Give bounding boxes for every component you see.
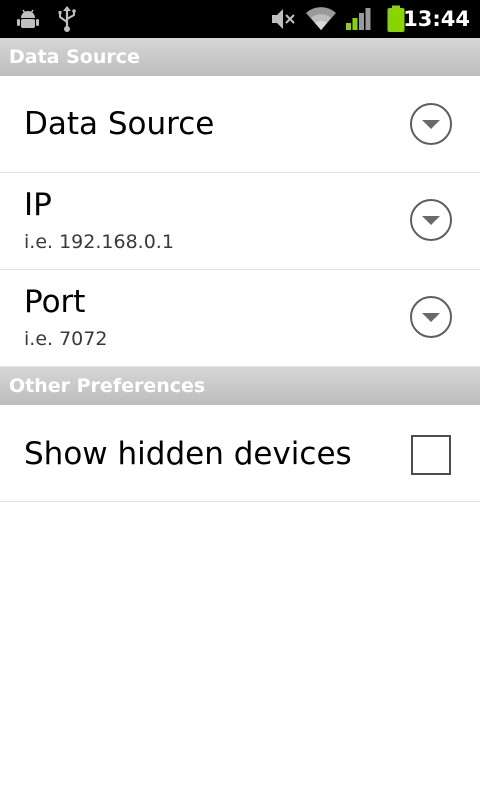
pref-title: Data Source <box>24 106 215 142</box>
category-header-other-preferences: Other Preferences <box>0 367 480 405</box>
pref-data-source[interactable]: Data Source <box>0 76 480 173</box>
mute-icon <box>268 0 298 38</box>
pref-title: Port <box>24 284 86 320</box>
pref-ip[interactable]: IP i.e. 192.168.0.1 <box>0 173 480 270</box>
pref-summary: i.e. 192.168.0.1 <box>24 231 174 253</box>
usb-icon <box>54 0 80 38</box>
pref-title: IP <box>24 187 52 223</box>
status-clock: 13:44 <box>403 7 470 31</box>
category-header-data-source: Data Source <box>0 38 480 76</box>
dropdown-arrow-icon[interactable] <box>410 296 452 338</box>
dropdown-arrow-icon[interactable] <box>410 103 452 145</box>
show-hidden-devices-checkbox[interactable] <box>411 435 451 475</box>
pref-show-hidden-devices[interactable]: Show hidden devices <box>0 405 480 502</box>
dropdown-arrow-icon[interactable] <box>410 199 452 241</box>
signal-icon <box>344 0 372 38</box>
pref-title: Show hidden devices <box>24 436 352 472</box>
android-debug-icon <box>14 0 42 38</box>
pref-summary: i.e. 7072 <box>24 328 108 350</box>
pref-port[interactable]: Port i.e. 7072 <box>0 270 480 367</box>
status-bar: 13:44 <box>0 0 480 38</box>
wifi-icon <box>304 0 338 38</box>
